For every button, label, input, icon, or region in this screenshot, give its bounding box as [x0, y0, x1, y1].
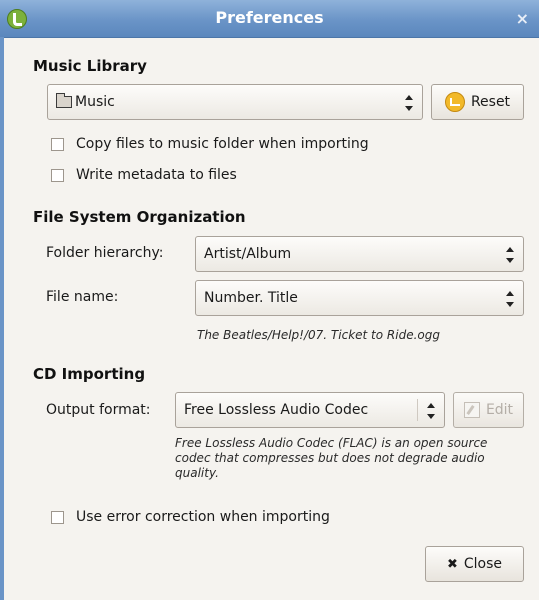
close-icon[interactable]: ×	[516, 9, 529, 28]
close-button[interactable]: ✖ Close	[425, 546, 524, 582]
write-metadata-label: Write metadata to files	[76, 167, 237, 183]
write-metadata-checkbox[interactable]: Write metadata to files	[51, 167, 237, 183]
edit-button[interactable]: Edit	[453, 392, 524, 428]
updown-arrows-icon	[426, 403, 436, 419]
file-name-value: Number. Title	[204, 290, 298, 306]
undo-icon	[444, 92, 465, 112]
file-system-heading: File System Organization	[33, 208, 246, 226]
window-title: Preferences	[215, 8, 324, 27]
music-library-heading: Music Library	[33, 57, 147, 75]
folder-hierarchy-value: Artist/Album	[204, 246, 292, 262]
folder-hierarchy-select[interactable]: Artist/Album	[195, 236, 524, 272]
window-frame	[0, 37, 4, 600]
file-name-label: File name:	[46, 289, 119, 305]
close-icon: ✖	[446, 556, 458, 572]
music-folder-select[interactable]: Music	[47, 84, 423, 120]
title-bar: Preferences ×	[0, 0, 539, 38]
checkbox-box[interactable]	[51, 510, 64, 524]
output-format-select[interactable]: Free Lossless Audio Codec	[175, 392, 445, 428]
edit-label: Edit	[485, 402, 514, 418]
checkbox-box[interactable]	[51, 137, 64, 151]
reset-button[interactable]: Reset	[431, 84, 524, 120]
output-format-label: Output format:	[46, 402, 151, 418]
edit-icon	[463, 402, 480, 418]
folder-icon	[56, 93, 72, 108]
output-format-value: Free Lossless Audio Codec	[184, 402, 369, 418]
error-correction-checkbox[interactable]: Use error correction when importing	[51, 509, 330, 525]
codec-description-text: Free Lossless Audio Codec (FLAC) is an o…	[175, 436, 488, 480]
updown-arrows-icon	[505, 247, 515, 263]
close-label: Close	[463, 556, 503, 572]
music-folder-value: Music	[75, 94, 115, 110]
error-correction-label: Use error correction when importing	[76, 509, 330, 525]
file-name-select[interactable]: Number. Title	[195, 280, 524, 316]
copy-files-label: Copy files to music folder when importin…	[76, 136, 369, 152]
combo-separator	[417, 399, 418, 421]
updown-arrows-icon	[505, 291, 515, 307]
example-path-text: The Beatles/Help!/07. Ticket to Ride.ogg	[197, 328, 440, 342]
folder-hierarchy-label: Folder hierarchy:	[46, 245, 164, 261]
checkbox-box[interactable]	[51, 168, 64, 182]
cd-importing-heading: CD Importing	[33, 365, 146, 383]
reset-label: Reset	[470, 94, 511, 110]
updown-arrows-icon	[404, 95, 414, 111]
copy-files-checkbox[interactable]: Copy files to music folder when importin…	[51, 136, 369, 152]
